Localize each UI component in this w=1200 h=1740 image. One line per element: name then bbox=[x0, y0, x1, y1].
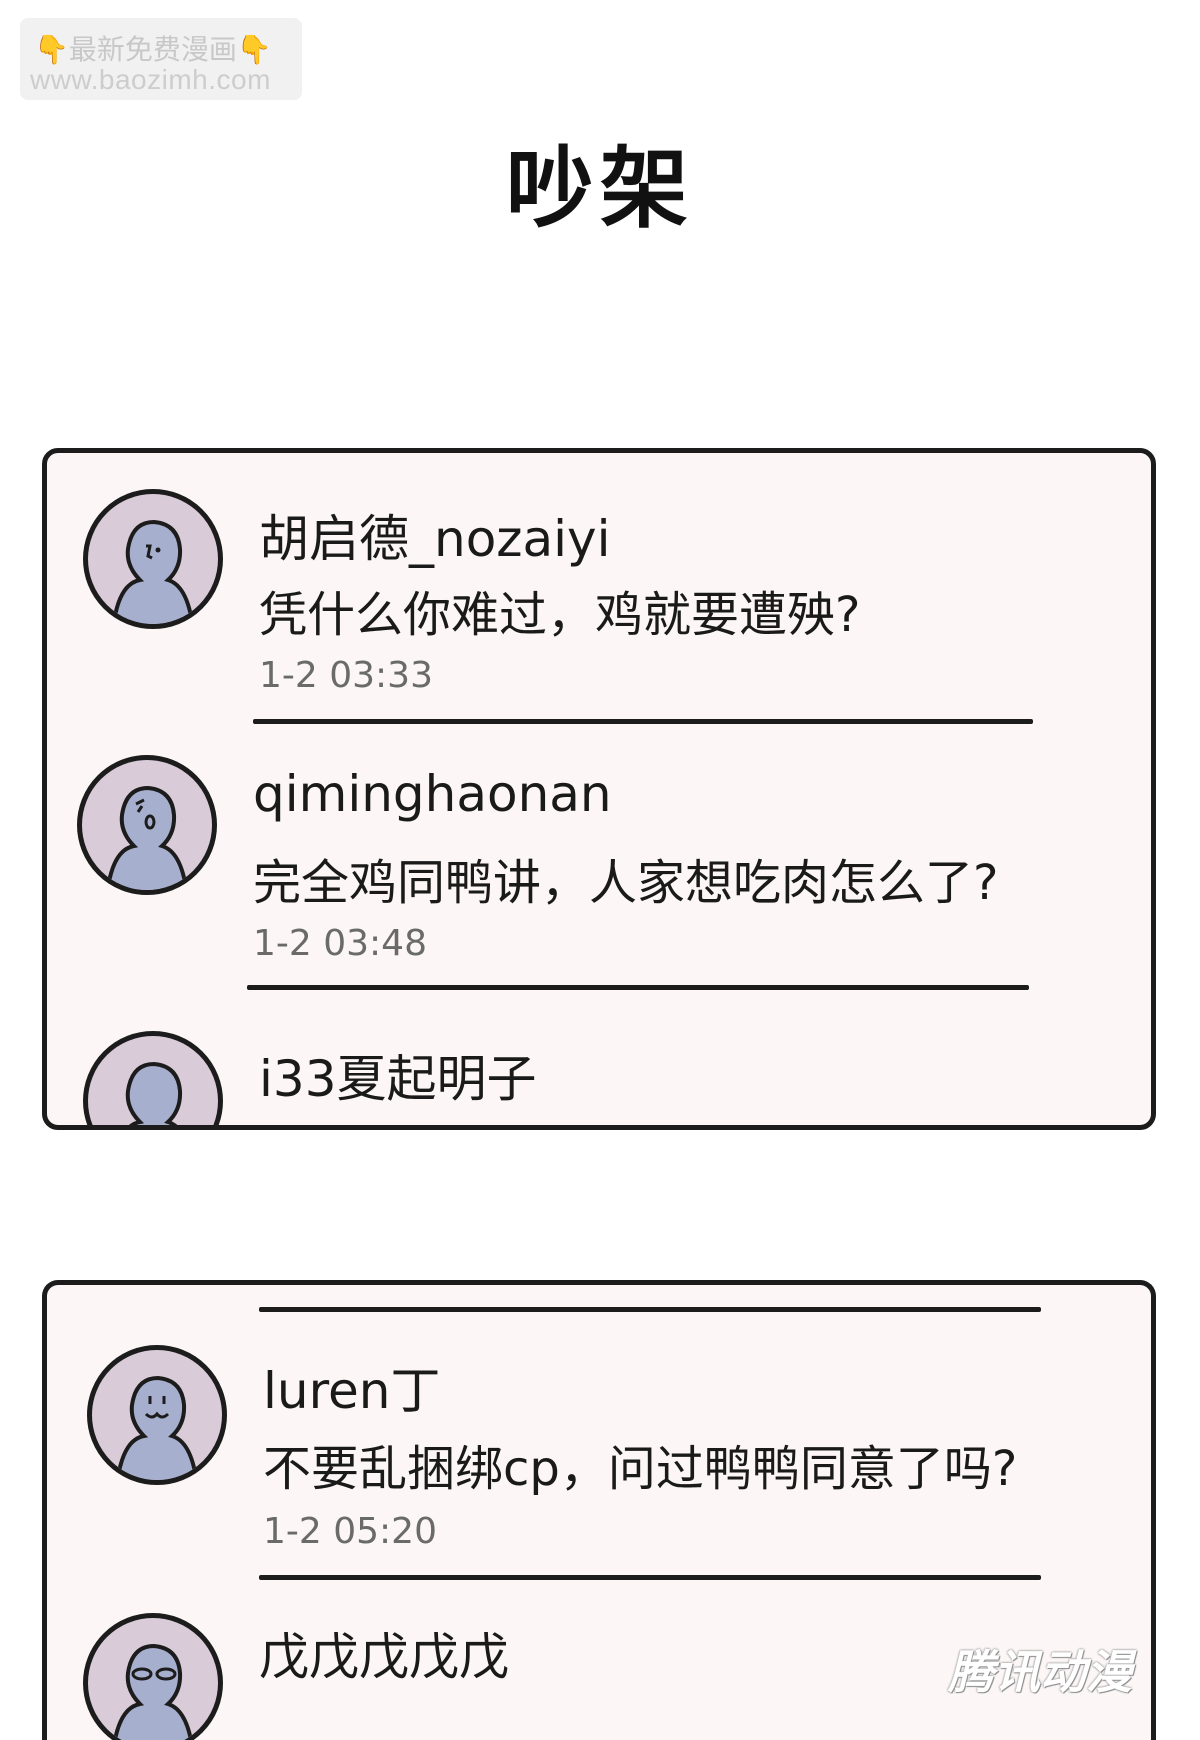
comment-time: 1-2 03:48 bbox=[253, 923, 427, 964]
brand-logo: 腾讯动漫 bbox=[948, 1645, 1132, 1699]
watermark-url[interactable]: www.baozimh.com bbox=[30, 64, 271, 96]
comment-text: 凭什么你难过，鸡就要遭殃? bbox=[259, 587, 861, 643]
avatar[interactable] bbox=[83, 1031, 223, 1125]
avatar[interactable] bbox=[77, 755, 217, 895]
divider bbox=[259, 1307, 1041, 1312]
comment-text: 完全鸡同鸭讲，人家想吃肉怎么了? bbox=[253, 855, 999, 911]
avatar[interactable] bbox=[83, 1613, 223, 1740]
divider bbox=[247, 985, 1029, 990]
pointing-hand-icon: 👇 bbox=[236, 34, 272, 65]
page-title: 吵架 bbox=[505, 137, 694, 240]
avatar[interactable] bbox=[83, 489, 223, 629]
comment-username[interactable]: luren丁 bbox=[263, 1351, 441, 1423]
comment-username[interactable]: 戊戊戊戊戊 bbox=[259, 1617, 509, 1689]
comment-time: 1-2 03:33 bbox=[259, 655, 433, 696]
user-figure-icon bbox=[105, 785, 189, 890]
watermark-title: 👇最新免费漫画👇 bbox=[34, 28, 272, 68]
comment-username[interactable]: 胡启德_nozaiyi bbox=[259, 499, 611, 571]
user-figure-icon bbox=[112, 1643, 193, 1740]
watermark-badge: 👇最新免费漫画👇 www.baozimh.com bbox=[20, 18, 302, 100]
pointing-hand-icon: 👇 bbox=[34, 34, 69, 65]
avatar[interactable] bbox=[87, 1345, 227, 1485]
watermark-text: 最新免费漫画 bbox=[68, 34, 237, 65]
user-figure-icon bbox=[115, 1375, 199, 1480]
user-figure-icon bbox=[125, 1061, 183, 1125]
comment-username[interactable]: qiminghaonan bbox=[253, 765, 612, 823]
comment-text: 不要乱捆绑cp，问过鸭鸭同意了吗? bbox=[263, 1441, 1018, 1497]
comment-time: 1-2 05:20 bbox=[263, 1511, 437, 1552]
comment-username[interactable]: i33夏起明子 bbox=[259, 1039, 537, 1111]
divider bbox=[259, 1575, 1041, 1580]
divider bbox=[253, 719, 1033, 724]
user-figure-icon bbox=[111, 519, 195, 624]
comment-panel: 胡启德_nozaiyi 凭什么你难过，鸡就要遭殃? 1-2 03:33 qimi… bbox=[42, 448, 1156, 1130]
